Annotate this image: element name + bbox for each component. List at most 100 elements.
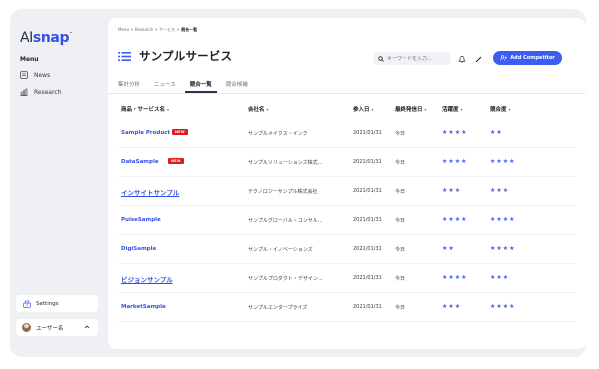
settings-icon [23, 299, 31, 308]
competition-rating: ★★★★ [490, 158, 516, 165]
company-name: サンプルメイクス・インク [248, 131, 308, 137]
app-logo[interactable]: AIsnap™ [20, 30, 73, 46]
sidebar-item-news[interactable]: News [20, 69, 50, 81]
add-user-icon [500, 55, 508, 61]
activity-rating: ★★★★ [442, 158, 468, 165]
activity-rating: ★★★ [442, 303, 462, 310]
company-name: サンプル・イノベーションズ [248, 247, 313, 253]
main-panel: Menu > Research > サービス > 競合一覧 サンプルサービス キ… [108, 18, 586, 349]
notification-button[interactable] [455, 52, 468, 65]
last-post-date: 今日 [395, 247, 406, 253]
breadcrumb-item[interactable]: Menu [118, 27, 129, 32]
bell-icon [457, 55, 466, 63]
product-link[interactable]: DigiSample [121, 246, 156, 252]
column-header-entry-date[interactable]: 参入日 ▾ [353, 105, 374, 117]
product-link[interactable]: ビジョンサンプル [121, 274, 173, 284]
settings-label: Settings [36, 300, 59, 307]
company-name: サンプルグローバル・コンサル... [248, 218, 323, 224]
competition-rating: ★★★★ [490, 245, 516, 252]
tab-competitors[interactable]: 競合一覧 [184, 80, 217, 93]
tabs-divider [108, 93, 586, 94]
entry-date: 2021/01/31 [353, 217, 382, 223]
news-icon [20, 71, 28, 79]
chevron-up-icon [84, 325, 90, 329]
app-frame: AIsnap™ Menu News Research Settings ユーザー… [10, 9, 586, 357]
breadcrumb-separator: > [130, 27, 134, 32]
column-header-product[interactable]: 商品・サービス名 ▾ [121, 105, 169, 117]
add-competitor-label: Add Competitor [510, 55, 555, 61]
settings-button[interactable]: Settings [16, 295, 98, 312]
breadcrumb: Menu > Research > サービス > 競合一覧 [118, 27, 197, 33]
breadcrumb-separator: > [154, 27, 158, 32]
activity-rating: ★★★★ [442, 216, 468, 223]
new-badge: NEW [168, 158, 184, 164]
column-header-last-post[interactable]: 最終発信日 ▾ [395, 105, 427, 117]
column-header-competition[interactable]: 競合度 ▾ [490, 105, 511, 117]
breadcrumb-item[interactable]: Research [135, 27, 153, 32]
competition-rating: ★★ [490, 129, 503, 136]
entry-date: 2021/01/31 [353, 304, 382, 310]
table-row[interactable]: ビジョンサンプル サンプルプロダクト・デザイン... 2021/01/31 今日 ★★★… [108, 264, 586, 293]
chart-icon [20, 88, 28, 96]
activity-rating: ★★ [442, 245, 455, 252]
competition-rating: ★★★★ [490, 216, 516, 223]
row-divider [118, 321, 576, 322]
table-row[interactable]: MarketSample サンプルエンタープライズ 2021/01/31 今日 ★★★ ★… [108, 293, 586, 322]
last-post-date: 今日 [395, 131, 406, 137]
new-badge: NEW [172, 129, 188, 135]
entry-date: 2021/01/31 [353, 159, 382, 165]
entry-date: 2021/01/31 [353, 275, 382, 281]
product-link[interactable]: Sample Product [121, 130, 170, 136]
competition-rating: ★★★ [490, 274, 510, 281]
entry-date: 2021/01/31 [353, 130, 382, 136]
competition-rating: ★★★ [490, 187, 510, 194]
activity-rating: ★★★ [442, 187, 462, 194]
last-post-date: 今日 [395, 218, 406, 224]
last-post-date: 今日 [395, 189, 406, 195]
sidebar-item-label: News [34, 71, 51, 79]
search-input[interactable] [387, 55, 449, 62]
search-box[interactable] [373, 52, 451, 65]
table-row[interactable]: Sample Product NEW サンプルメイクス・インク 2021/01/31 今… [108, 119, 586, 148]
sidebar: AIsnap™ Menu News Research Settings ユーザー… [10, 9, 104, 357]
page-title: サンプルサービス [139, 49, 233, 63]
tab-candidates[interactable]: 競合候補 [226, 80, 248, 92]
table-row[interactable]: DataSample NEW サンプルソリューションズ株式... 2021/01/31… [108, 148, 586, 177]
menu-label: Menu [20, 56, 39, 63]
competition-rating: ★★★★ [490, 303, 516, 310]
breadcrumb-item[interactable]: サービス [159, 27, 175, 32]
table-row[interactable]: DigiSample サンプル・イノベーションズ 2021/01/31 今日 ★★ ★★★… [108, 235, 586, 264]
product-link[interactable]: DataSample [121, 159, 159, 165]
last-post-date: 今日 [395, 160, 406, 166]
tab-bar: 集計分析 ニュース 競合一覧 競合候補 [118, 80, 248, 93]
breadcrumb-current: 競合一覧 [181, 27, 198, 32]
company-name: サンプルエンタープライズ [248, 305, 308, 311]
avatar [22, 323, 31, 332]
last-post-date: 今日 [395, 276, 406, 282]
company-name: サンプルソリューションズ株式... [248, 160, 323, 166]
last-post-date: 今日 [395, 305, 406, 311]
company-name: テクノロジーサンプル株式会社 [248, 189, 318, 195]
company-name: サンプルプロダクト・デザイン... [248, 276, 323, 282]
breadcrumb-separator: > [176, 27, 180, 32]
table-row[interactable]: PulseSample サンプルグローバル・コンサル... 2021/01/31 今日… [108, 206, 586, 235]
user-name: ユーザー名 [36, 325, 64, 332]
tab-analytics[interactable]: 集計分析 [118, 80, 140, 92]
product-link[interactable]: インサイトサンプル [121, 187, 179, 197]
column-header-activity[interactable]: 活躍度 ▾ [442, 105, 463, 117]
product-link[interactable]: MarketSample [121, 304, 166, 310]
activity-rating: ★★★★ [442, 129, 468, 136]
page-header: サンプルサービス [118, 48, 232, 64]
tab-news[interactable]: ニュース [154, 80, 176, 92]
search-icon [378, 55, 384, 62]
sidebar-item-research[interactable]: Research [20, 86, 62, 98]
activity-rating: ★★★★ [442, 274, 468, 281]
pencil-icon [475, 56, 481, 62]
table-row[interactable]: インサイトサンプル テクノロジーサンプル株式会社 2021/01/31 今日 ★★★ ★★… [108, 177, 586, 206]
edit-button[interactable] [472, 52, 485, 65]
list-icon [118, 51, 131, 61]
column-header-company[interactable]: 会社名 ▾ [248, 105, 269, 117]
product-link[interactable]: PulseSample [121, 217, 161, 223]
user-menu[interactable]: ユーザー名 [16, 319, 98, 336]
add-competitor-button[interactable]: Add Competitor [493, 51, 562, 65]
